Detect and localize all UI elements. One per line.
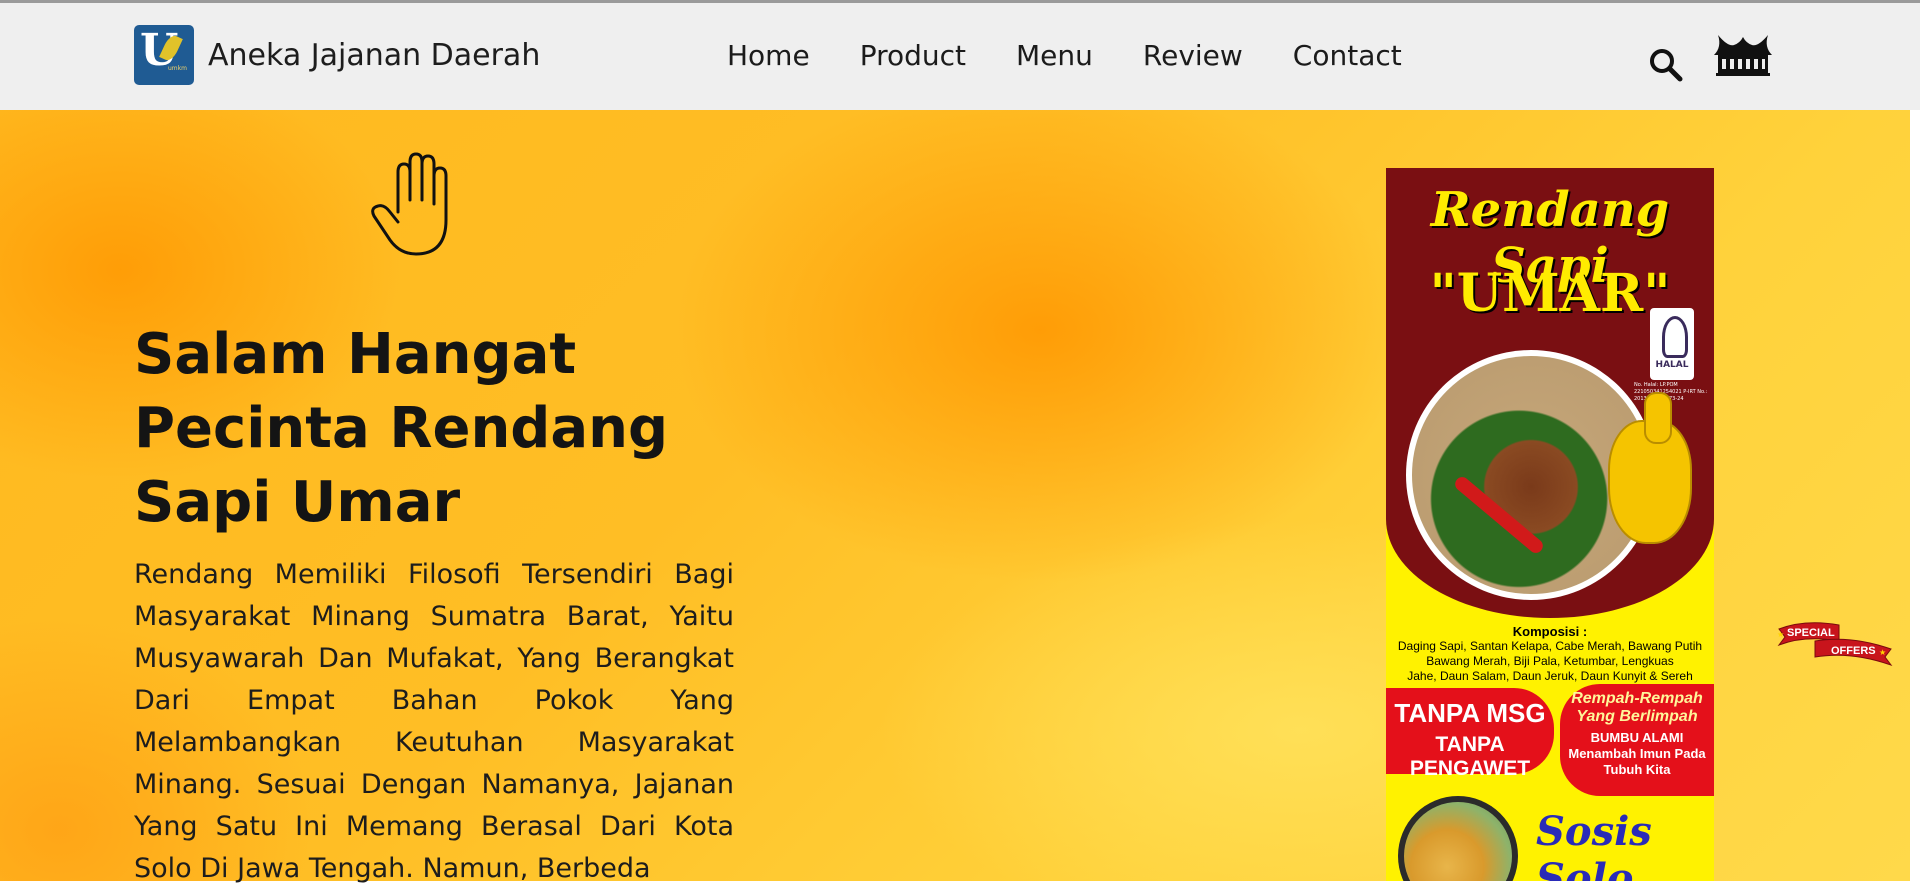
thumbs-up-icon bbox=[1608, 392, 1692, 544]
offer-line-2: OFFERS bbox=[1831, 645, 1876, 657]
search-icon[interactable] bbox=[1648, 47, 1684, 83]
nav-link-review[interactable]: Review bbox=[1143, 39, 1243, 72]
star-icon: ★ bbox=[1879, 648, 1886, 657]
hero-title-line-1: Salam Hangat bbox=[134, 322, 577, 387]
komposisi-line: Daging Sapi, Santan Kelapa, Cabe Merah, … bbox=[1397, 639, 1703, 653]
sosis-image bbox=[1404, 802, 1512, 881]
hero-title-line-3: Sapi Umar bbox=[134, 470, 461, 535]
komposisi-title: Komposisi : bbox=[1512, 624, 1588, 639]
rendang-poster: Rendang Sapi "UMAR" HALAL No. Halal: LP.… bbox=[1386, 168, 1714, 881]
brand-name[interactable]: Aneka Jajanan Daerah bbox=[208, 38, 540, 73]
sosis-solo-title: Sosis Solo bbox=[1536, 808, 1652, 881]
halal-badge: HALAL bbox=[1650, 308, 1694, 380]
komposisi-line: Jahe, Daun Salam, Daun Jeruk, Daun Kunyi… bbox=[1407, 669, 1693, 683]
komposisi-line: Bawang Merah, Biji Pala, Ketumbar, Lengk… bbox=[1426, 654, 1674, 668]
brand-logo[interactable]: U umkm bbox=[134, 25, 194, 85]
hero-description: Rendang Memiliki Filosofi Tersendiri Bag… bbox=[134, 559, 734, 884]
hero-title-line-2: Pecinta Rendang bbox=[134, 396, 669, 461]
offer-line-1: SPECIAL bbox=[1787, 627, 1835, 639]
nav-link-contact[interactable]: Contact bbox=[1293, 39, 1402, 72]
no-msg-text: TANPA MSG bbox=[1394, 698, 1546, 728]
logo-small-text: umkm bbox=[168, 65, 187, 72]
no-preservative-text: TANPA PENGAWET bbox=[1409, 733, 1531, 780]
rempah-headline: Rempah-Rempah Yang Berlimpah bbox=[1571, 690, 1703, 725]
halal-label: HALAL bbox=[1655, 360, 1689, 370]
hero-section: Salam Hangat Pecinta Rendang Sapi Umar R… bbox=[0, 110, 1910, 884]
brand[interactable]: U umkm Aneka Jajanan Daerah bbox=[134, 25, 540, 85]
rumah-gadang-icon[interactable] bbox=[1712, 33, 1774, 81]
waving-hand-icon bbox=[371, 152, 448, 256]
nav-link-home[interactable]: Home bbox=[727, 39, 810, 72]
rempah-badge: Rempah-Rempah Yang Berlimpah BUMBU ALAMI… bbox=[1560, 684, 1714, 796]
star-icon: ★ bbox=[1777, 630, 1784, 639]
nav-link-product[interactable]: Product bbox=[860, 39, 966, 72]
navbar: U umkm Aneka Jajanan Daerah Home Product… bbox=[0, 3, 1920, 110]
no-msg-badge: TANPA MSG TANPA PENGAWET bbox=[1386, 688, 1554, 780]
halal-logo-icon bbox=[1662, 316, 1688, 358]
hero-title: Salam Hangat Pecinta Rendang Sapi Umar bbox=[134, 318, 754, 540]
nav-link-menu[interactable]: Menu bbox=[1016, 39, 1093, 72]
poster-komposisi: Komposisi : Daging Sapi, Santan Kelapa, … bbox=[1386, 624, 1714, 684]
rempah-details: BUMBU ALAMI Menambah Imun Pada Tubuh Kit… bbox=[1568, 730, 1706, 777]
sosis-photo bbox=[1398, 796, 1518, 881]
main-nav: Home Product Menu Review Contact bbox=[727, 39, 1402, 72]
special-offers-badge[interactable]: SPECIAL OFFERS ★ ★ bbox=[1775, 615, 1895, 667]
